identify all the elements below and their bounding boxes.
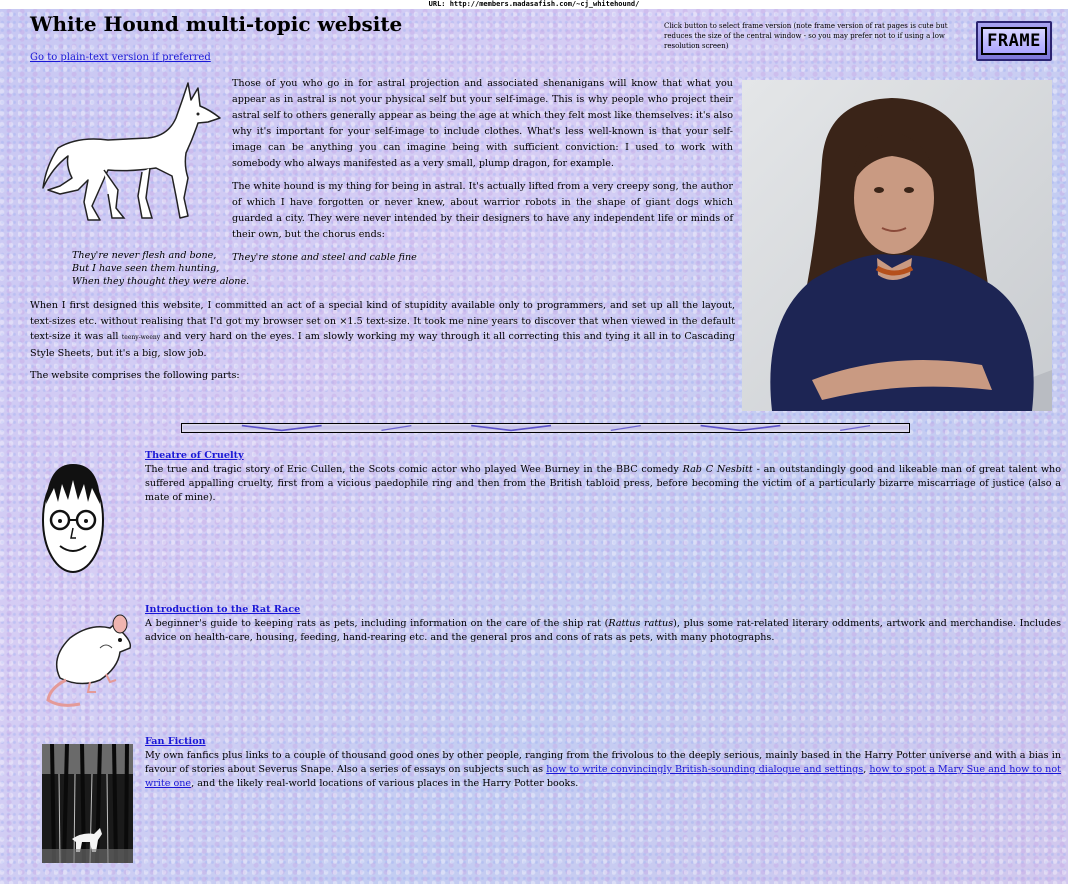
divider-bar <box>181 423 910 433</box>
description-text: , and the likely real-world locations of… <box>191 778 579 789</box>
section-theatre-of-cruelty: Theatre of Cruelty The true and tragic s… <box>145 449 1061 505</box>
description-emphasis: Rattus rattus <box>608 618 674 629</box>
rat-image <box>46 614 132 707</box>
description-emphasis: Rab C Nesbitt <box>682 464 753 475</box>
section-description: My own fanfics plus links to a couple of… <box>145 749 1061 791</box>
page-title: White Hound multi-topic website <box>30 12 403 36</box>
frame-button[interactable]: FRAME <box>976 21 1052 61</box>
section-description: The true and tragic story of Eric Cullen… <box>145 463 1061 505</box>
body-paragraph-2: The website comprises the following part… <box>30 370 240 381</box>
intro-paragraph-1: Those of you who go in for astral projec… <box>232 78 733 169</box>
description-text: The true and tragic story of Eric Cullen… <box>145 464 683 475</box>
url-bar: URL: http://members.madasafish.com/~cj_w… <box>0 0 1068 9</box>
intro-paragraph-2: The white hound is my thing for being in… <box>232 181 733 240</box>
section-description: A beginner's guide to keeping rats as pe… <box>145 617 1061 645</box>
verse-line: When they thought they were alone. <box>72 276 250 287</box>
description-text: A beginner's guide to keeping rats as pe… <box>145 618 609 629</box>
verse-line: They're never flesh and bone, <box>72 250 217 261</box>
body-paragraph-1: When I first designed this website, I co… <box>30 298 735 361</box>
teeny-weeny-text: teeny-weeny <box>121 334 161 341</box>
fan-fiction-link[interactable]: Fan Fiction <box>145 735 1061 749</box>
theatre-of-cruelty-link[interactable]: Theatre of Cruelty <box>145 449 1061 463</box>
verse-line: But I have seen them hunting, <box>72 263 220 274</box>
section-fan-fiction: Fan Fiction My own fanfics plus links to… <box>145 735 1061 791</box>
fan-fiction-forest-image <box>42 744 133 863</box>
chorus-verse: They're never flesh and bone, But I have… <box>72 249 249 288</box>
chorus-line-1: They're stone and steel and cable fine <box>232 252 417 263</box>
body-text: When I first designed this website, I co… <box>30 298 735 391</box>
rat-race-link[interactable]: Introduction to the Rat Race <box>145 603 1061 617</box>
section-rat-race: Introduction to the Rat Race A beginner'… <box>145 603 1061 645</box>
intro-text: Those of you who go in for astral projec… <box>232 76 733 273</box>
frame-note: Click button to select frame version (no… <box>664 22 948 50</box>
white-hound-image <box>42 82 221 221</box>
plain-text-link[interactable]: Go to plain-text version if preferred <box>30 52 211 63</box>
author-photo <box>742 80 1052 411</box>
british-dialogue-essay-link[interactable]: how to write convincingly British-soundi… <box>546 764 863 775</box>
eric-cullen-cartoon-image <box>42 464 104 573</box>
frame-button-label: FRAME <box>981 27 1047 55</box>
